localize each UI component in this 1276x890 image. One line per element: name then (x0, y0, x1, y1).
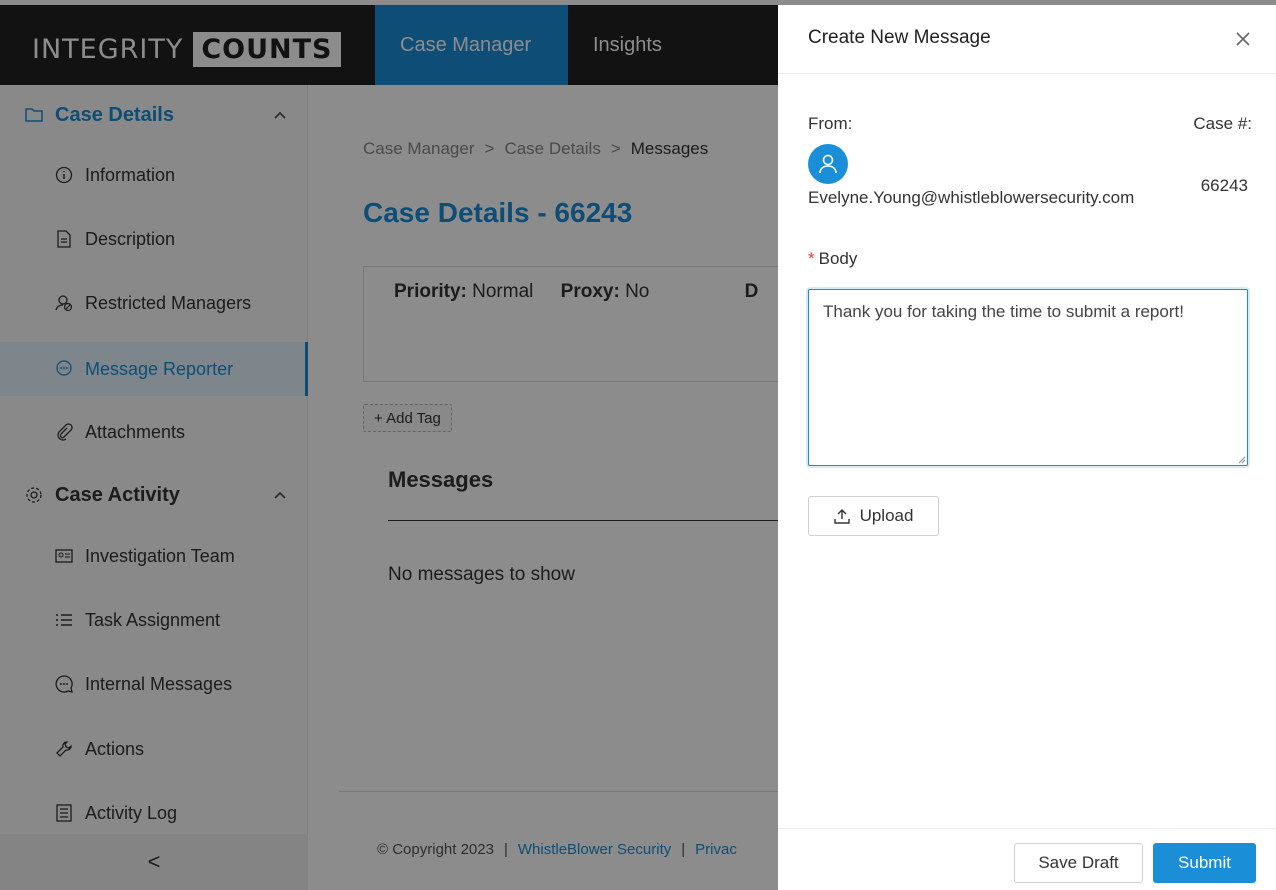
from-label: From: (808, 114, 853, 133)
submit-button[interactable]: Submit (1153, 843, 1256, 883)
case-number-value: 66243 (1200, 176, 1248, 195)
save-draft-button[interactable]: Save Draft (1014, 843, 1143, 883)
from-email: Evelyne.Young@whistleblowersecurity.com (808, 188, 1135, 207)
resize-handle-icon (1238, 456, 1246, 464)
avatar (808, 144, 848, 184)
upload-label: Upload (859, 506, 914, 525)
drawer-footer: Save Draft Submit (778, 828, 1276, 890)
case-number-label: Case #: (1193, 114, 1252, 133)
create-message-drawer: Create New Message From: Case #: Evelyne… (778, 5, 1276, 890)
body-label-text: Body (818, 249, 858, 268)
upload-icon (833, 508, 850, 524)
upload-button[interactable]: Upload (808, 496, 939, 536)
required-mark: * (808, 249, 815, 268)
body-label: * Body (808, 249, 857, 269)
close-icon[interactable] (1232, 27, 1254, 49)
drawer-header: Create New Message (778, 5, 1276, 74)
user-icon (819, 154, 837, 174)
drawer-title: Create New Message (808, 27, 991, 48)
body-textarea[interactable]: Thank you for taking the time to submit … (808, 289, 1248, 466)
